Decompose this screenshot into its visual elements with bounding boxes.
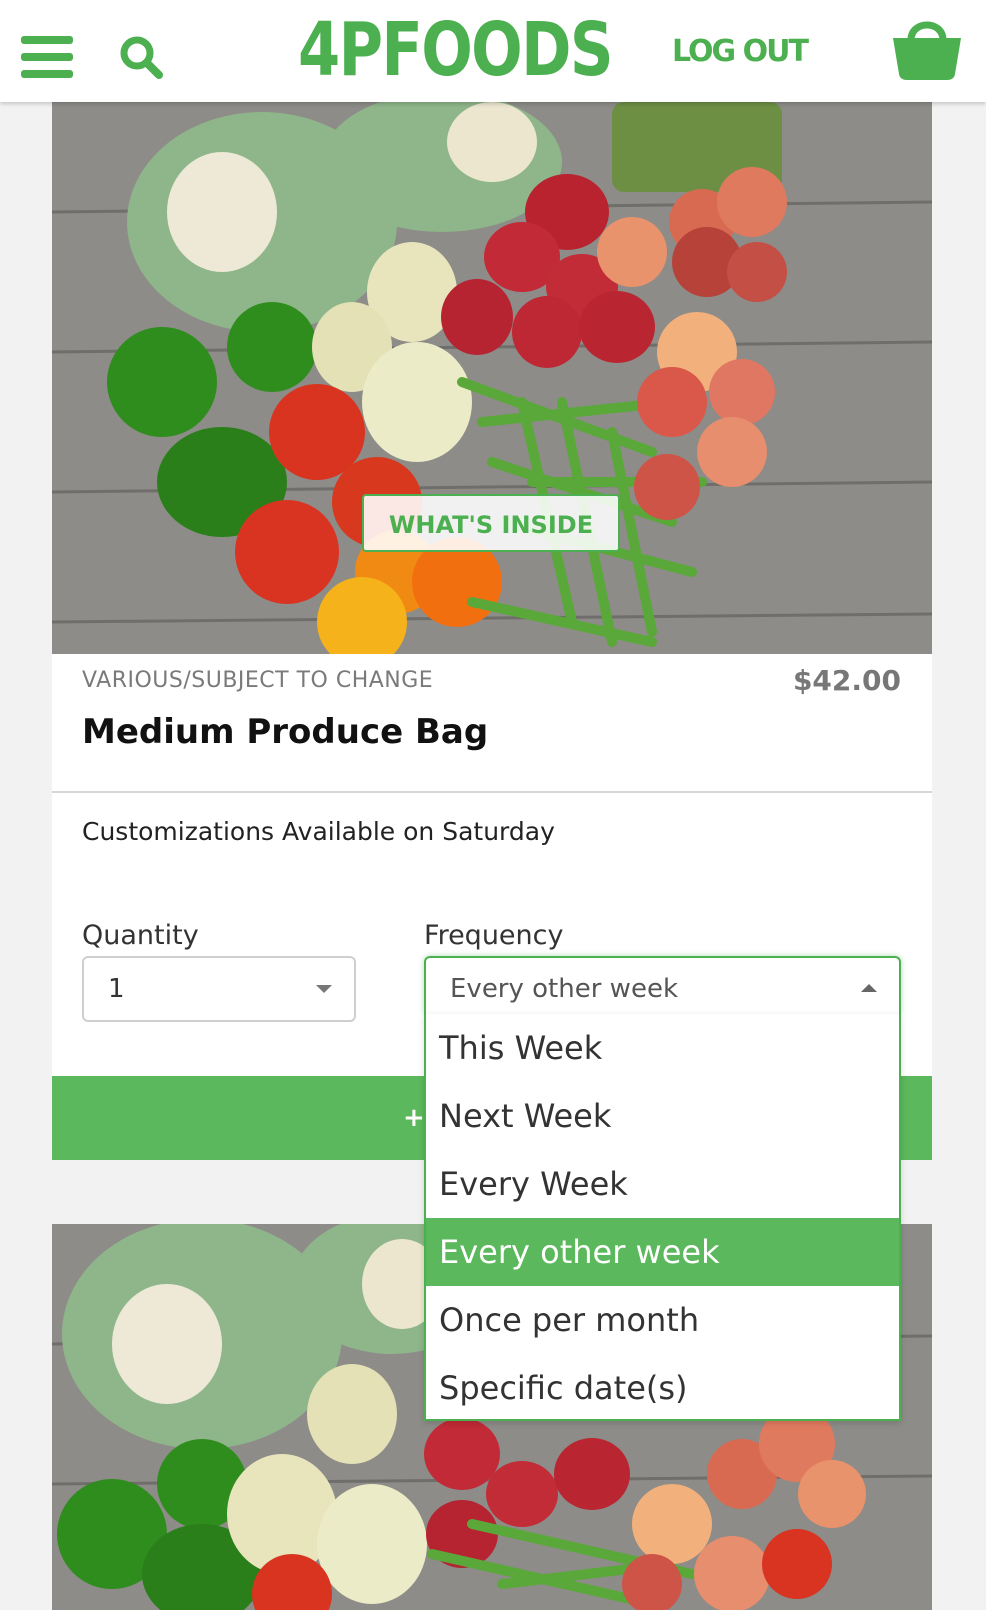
frequency-option[interactable]: Once per month <box>426 1286 899 1354</box>
quantity-select[interactable]: 1 <box>82 956 356 1022</box>
chevron-down-icon <box>316 985 332 993</box>
logout-link[interactable]: LOG OUT <box>672 30 809 74</box>
search-icon[interactable] <box>118 34 166 82</box>
shopping-bag-icon[interactable] <box>891 16 963 82</box>
frequency-option[interactable]: Specific date(s) <box>426 1354 899 1422</box>
quantity-label: Quantity <box>82 920 199 951</box>
product-photo[interactable] <box>52 102 932 654</box>
frequency-option[interactable]: This Week <box>426 1014 899 1082</box>
customization-note: Customizations Available on Saturday <box>82 817 555 846</box>
product-category: VARIOUS/SUBJECT TO CHANGE <box>82 668 434 693</box>
chevron-up-icon <box>861 984 877 992</box>
product-price: $42.00 <box>792 664 901 697</box>
frequency-dropdown-list: This Week Next Week Every Week Every oth… <box>424 1014 901 1421</box>
hamburger-menu-icon[interactable] <box>21 36 73 80</box>
top-header: 4PFOODS LOG OUT <box>0 0 986 102</box>
frequency-option[interactable]: Next Week <box>426 1082 899 1150</box>
frequency-option-selected[interactable]: Every other week <box>426 1218 899 1286</box>
quantity-value: 1 <box>108 974 125 1004</box>
logo[interactable]: 4PFOODS <box>298 6 614 94</box>
frequency-label: Frequency <box>424 920 564 951</box>
divider <box>52 791 932 793</box>
frequency-value: Every other week <box>450 974 678 1004</box>
whats-inside-button[interactable]: WHAT'S INSIDE <box>362 494 620 552</box>
product-title[interactable]: Medium Produce Bag <box>82 710 488 754</box>
frequency-option[interactable]: Every Week <box>426 1150 899 1218</box>
frequency-select[interactable]: Every other week <box>424 956 901 1014</box>
